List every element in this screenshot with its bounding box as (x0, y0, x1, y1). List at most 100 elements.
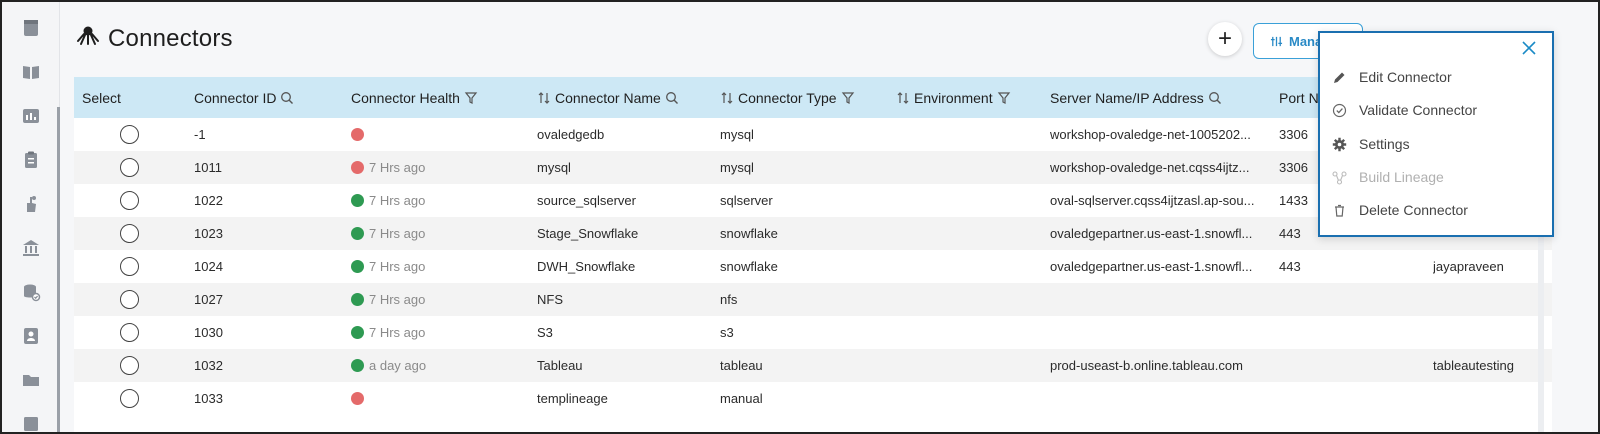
username-cell (1433, 283, 1548, 316)
connector-type-cell: snowflake (720, 259, 778, 274)
header-connector-type[interactable]: Connector Type (720, 77, 855, 118)
header-port[interactable]: Port N (1279, 77, 1319, 118)
health-status-dot (351, 326, 364, 339)
menu-item-build-lineage: Build Lineage (1320, 163, 1552, 191)
connector-type-cell: tableau (720, 358, 763, 373)
row-select-radio[interactable] (120, 191, 139, 210)
header-server-name[interactable]: Server Name/IP Address (1050, 77, 1222, 118)
connector-id-cell: 1011 (194, 160, 222, 175)
filter-icon[interactable] (997, 91, 1011, 105)
connector-type-cell: sqlserver (720, 193, 773, 208)
app-window: Connectors + Manage B Select Connector I… (0, 0, 1600, 434)
connector-id-cell: 1027 (194, 292, 223, 307)
server-name-cell: ovaledgepartner.us-east-1.snowfl... (1050, 226, 1253, 241)
calendar-icon[interactable] (20, 413, 42, 432)
search-icon[interactable] (1208, 91, 1222, 105)
sort-icon[interactable] (720, 91, 734, 105)
table-row[interactable]: 1024 7 Hrs ago DWH_Snowflake snowflake ovale… (74, 250, 1552, 283)
row-select-radio[interactable] (120, 356, 139, 375)
connector-health-cell: 7 Hrs ago (351, 316, 425, 349)
connector-health-cell (351, 382, 369, 415)
port-cell: 443 (1279, 259, 1301, 274)
header-select: Select (82, 77, 121, 118)
sort-icon[interactable] (537, 91, 551, 105)
port-cell: 3306 (1279, 160, 1308, 175)
connector-type-cell: snowflake (720, 226, 778, 241)
filter-icon[interactable] (841, 91, 855, 105)
port-cell (1279, 283, 1319, 316)
row-select-radio[interactable] (120, 158, 139, 177)
close-icon[interactable] (1520, 39, 1538, 57)
dashboard-icon[interactable] (20, 17, 42, 39)
server-name-cell: prod-useast-b.online.tableau.com (1050, 358, 1243, 373)
sort-icon[interactable] (896, 91, 910, 105)
connector-id-cell: 1024 (194, 259, 223, 274)
bank-icon[interactable] (20, 237, 42, 259)
menu-item-edit-connector[interactable]: Edit Connector (1320, 63, 1552, 91)
row-select-radio[interactable] (120, 125, 139, 144)
connector-name-cell: S3 (537, 325, 553, 340)
connector-id-cell: 1023 (194, 226, 223, 241)
folder-icon[interactable] (20, 369, 42, 391)
connector-name-cell: Stage_Snowflake (537, 226, 639, 241)
server-name-cell: oval-sqlserver.cqss4ijtzasl.ap-sou... (1050, 193, 1255, 208)
pencil-icon (1334, 72, 1345, 83)
health-time-label: 7 Hrs ago (369, 193, 426, 208)
row-select-radio[interactable] (120, 290, 139, 309)
header-connector-name[interactable]: Connector Name (537, 77, 679, 118)
add-connector-button[interactable]: + (1208, 22, 1242, 56)
health-status-dot (351, 293, 364, 306)
search-icon[interactable] (665, 91, 679, 105)
health-status-dot (351, 359, 364, 372)
health-status-dot (351, 260, 364, 273)
contact-icon[interactable] (20, 325, 42, 347)
row-select-radio[interactable] (120, 389, 139, 408)
table-row[interactable]: 1032 a day ago Tableau tableau prod-useast-b… (74, 349, 1552, 382)
connector-type-cell: nfs (720, 292, 738, 307)
table-row[interactable]: 1030 7 Hrs ago S3 s3 (74, 316, 1552, 349)
connector-name-cell: NFS (537, 292, 563, 307)
port-cell (1279, 316, 1319, 349)
header-connector-health-label: Connector Health (351, 89, 460, 106)
connector-health-cell: 7 Hrs ago (351, 250, 425, 283)
connector-type-cell: s3 (720, 325, 734, 340)
connector-type-cell: mysql (720, 160, 754, 175)
menu-item-delete-connector[interactable]: Delete Connector (1320, 196, 1552, 224)
connector-id-cell: 1030 (194, 325, 223, 340)
table-row[interactable]: 1033 templineage manual (74, 382, 1552, 415)
menu-item-validate-connector[interactable]: Validate Connector (1320, 96, 1552, 124)
header-environment[interactable]: Environment (896, 77, 1011, 118)
reports-icon[interactable] (20, 105, 42, 127)
health-time-label: 7 Hrs ago (369, 325, 426, 340)
menu-item-label: Build Lineage (1359, 169, 1444, 185)
health-time-label: a day ago (369, 358, 427, 373)
row-select-radio[interactable] (120, 257, 139, 276)
clipboard-icon[interactable] (20, 149, 42, 171)
search-icon[interactable] (280, 91, 294, 105)
header-connector-health[interactable]: Connector Health (351, 77, 478, 118)
connector-health-cell: 7 Hrs ago (351, 217, 425, 250)
connectors-icon (76, 24, 100, 53)
header-connector-type-label: Connector Type (738, 89, 837, 106)
select-cell (120, 382, 139, 415)
port-cell: 443 (1279, 226, 1301, 241)
row-select-radio[interactable] (120, 224, 139, 243)
page-header: Connectors (76, 24, 233, 53)
header-connector-id[interactable]: Connector ID (194, 77, 294, 118)
gear-icon (1332, 137, 1347, 151)
menu-item-settings[interactable]: Settings (1320, 130, 1552, 158)
header-environment-label: Environment (914, 89, 993, 106)
port-cell (1279, 349, 1319, 382)
row-select-radio[interactable] (120, 323, 139, 342)
database-check-icon[interactable] (20, 281, 42, 303)
username-cell: jayapraveen (1433, 259, 1504, 274)
username-cell (1433, 382, 1548, 415)
filter-icon[interactable] (464, 91, 478, 105)
table-row[interactable]: 1027 7 Hrs ago NFS nfs (74, 283, 1552, 316)
hand-icon[interactable] (20, 193, 42, 215)
connector-name-cell: source_sqlserver (537, 193, 636, 208)
book-icon[interactable] (20, 61, 42, 83)
header-connector-name-label: Connector Name (555, 89, 661, 106)
connector-id-cell: 1033 (194, 391, 223, 406)
connector-name-cell: Tableau (537, 358, 583, 373)
